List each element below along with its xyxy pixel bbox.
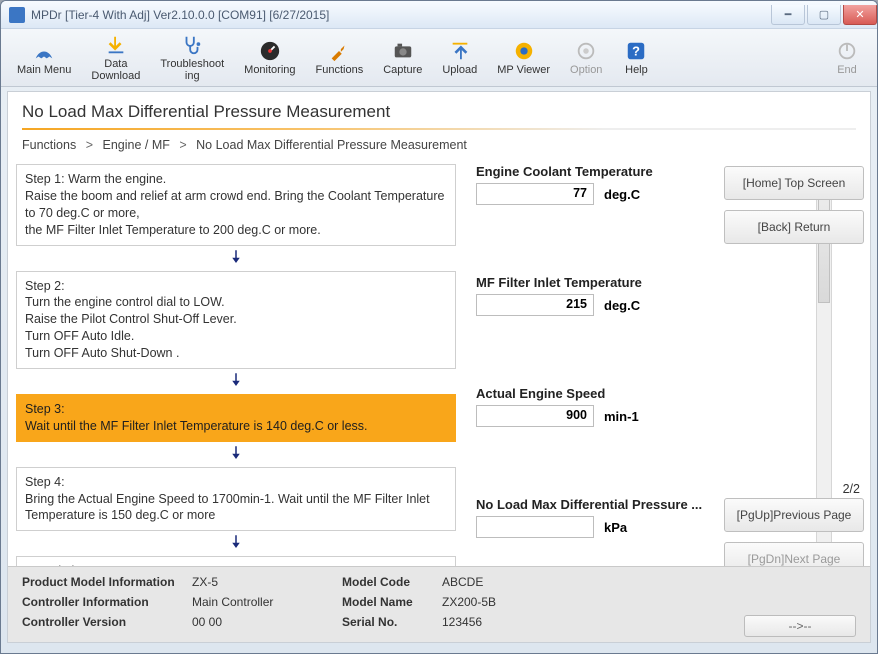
home-icon bbox=[30, 39, 58, 63]
step-1: Step 1: Warm the engine. Raise the boom … bbox=[16, 164, 456, 246]
mn-value: ZX200-5B bbox=[442, 595, 582, 609]
camera-icon bbox=[389, 39, 417, 63]
tool-option[interactable]: Option bbox=[560, 37, 612, 79]
reading-unit: deg.C bbox=[604, 298, 640, 313]
cv-label: Controller Version bbox=[22, 615, 182, 637]
arrow-down-icon bbox=[16, 531, 456, 556]
breadcrumb-item[interactable]: No Load Max Differential Pressure Measur… bbox=[196, 138, 467, 152]
reading-value: 215 bbox=[476, 294, 594, 316]
tool-label: Monitoring bbox=[244, 65, 295, 77]
step-3-active: Step 3: Wait until the MF Filter Inlet T… bbox=[16, 394, 456, 442]
tool-label: MP Viewer bbox=[497, 65, 550, 77]
mn-label: Model Name bbox=[342, 595, 432, 609]
close-button[interactable]: ✕ bbox=[843, 5, 877, 25]
arrow-down-icon bbox=[16, 369, 456, 394]
pmi-value: ZX-5 bbox=[192, 575, 332, 589]
tool-label: Data Download bbox=[91, 59, 140, 82]
tool-label: Troubleshoot ing bbox=[160, 59, 224, 82]
page-counter: 2/2 bbox=[843, 482, 860, 496]
step-title: Step 2: bbox=[25, 278, 447, 295]
step-body: Raise the boom and relief at arm crowd e… bbox=[25, 188, 447, 239]
tool-mp-viewer[interactable]: MP Viewer bbox=[487, 37, 560, 79]
sn-value: 123456 bbox=[442, 615, 582, 637]
step-title: Step 4: bbox=[25, 474, 447, 491]
reading-unit: deg.C bbox=[604, 187, 640, 202]
breadcrumb-sep: > bbox=[80, 138, 99, 152]
svg-text:?: ? bbox=[633, 43, 641, 58]
breadcrumb: Functions > Engine / MF > No Load Max Di… bbox=[8, 130, 870, 160]
maximize-button[interactable]: ▢ bbox=[807, 5, 841, 25]
arrow-down-icon bbox=[16, 442, 456, 467]
toolbar: Main Menu Data Download Troubleshoot ing… bbox=[1, 29, 877, 87]
tool-end[interactable]: End bbox=[823, 37, 871, 79]
gear-icon bbox=[572, 39, 600, 63]
footer-info: Product Model Information ZX-5 Model Cod… bbox=[8, 566, 870, 642]
reading-value bbox=[476, 516, 594, 538]
tool-data-download[interactable]: Data Download bbox=[81, 31, 150, 84]
mc-label: Model Code bbox=[342, 575, 432, 589]
minimize-button[interactable]: ━ bbox=[771, 5, 805, 25]
cv-value: 00 00 bbox=[192, 615, 332, 637]
app-window: MPDr [Tier-4 With Adj] Ver2.10.0.0 [COM9… bbox=[0, 0, 878, 654]
back-return-button[interactable]: [Back] Return bbox=[724, 210, 864, 244]
right-button-panel: [Home] Top Screen [Back] Return [PgUp]Pr… bbox=[724, 166, 864, 586]
viewer-icon bbox=[510, 39, 538, 63]
home-top-screen-button[interactable]: [Home] Top Screen bbox=[724, 166, 864, 200]
ci-label: Controller Information bbox=[22, 595, 182, 609]
pmi-label: Product Model Information bbox=[22, 575, 182, 589]
window-title: MPDr [Tier-4 With Adj] Ver2.10.0.0 [COM9… bbox=[31, 8, 329, 22]
ci-value: Main Controller bbox=[192, 595, 332, 609]
tool-label: End bbox=[837, 65, 857, 77]
tool-label: Upload bbox=[442, 65, 477, 77]
gauge-icon bbox=[256, 39, 284, 63]
step-body: Wait until the MF Filter Inlet Temperatu… bbox=[25, 418, 447, 435]
breadcrumb-item[interactable]: Engine / MF bbox=[102, 138, 169, 152]
step-body: Turn the engine control dial to LOW. Rai… bbox=[25, 294, 447, 362]
reading-unit: kPa bbox=[604, 520, 627, 535]
step-2: Step 2: Turn the engine control dial to … bbox=[16, 271, 456, 369]
reading-value: 900 bbox=[476, 405, 594, 427]
tool-label: Help bbox=[625, 65, 648, 77]
tool-label: Functions bbox=[316, 65, 364, 77]
help-icon: ? bbox=[622, 39, 650, 63]
step-title: Step 1: Warm the engine. bbox=[25, 171, 447, 188]
step-4: Step 4: Bring the Actual Engine Speed to… bbox=[16, 467, 456, 532]
upload-icon bbox=[446, 39, 474, 63]
mc-value: ABCDE bbox=[442, 575, 582, 589]
tool-capture[interactable]: Capture bbox=[373, 37, 432, 79]
sn-label: Serial No. bbox=[342, 615, 432, 637]
window-buttons: ━ ▢ ✕ bbox=[769, 5, 877, 25]
app-icon bbox=[9, 7, 25, 23]
step-body: Bring the Actual Engine Speed to 1700min… bbox=[25, 491, 447, 525]
tool-main-menu[interactable]: Main Menu bbox=[7, 37, 81, 79]
footer-arrow-button[interactable]: -->-- bbox=[744, 615, 856, 637]
step-title: Step 3: bbox=[25, 401, 447, 418]
tool-upload[interactable]: Upload bbox=[432, 37, 487, 79]
tool-help[interactable]: ? Help bbox=[612, 37, 660, 79]
tool-label: Main Menu bbox=[17, 65, 71, 77]
tool-label: Capture bbox=[383, 65, 422, 77]
page-title: No Load Max Differential Pressure Measur… bbox=[8, 92, 870, 128]
tool-icon bbox=[325, 39, 353, 63]
tool-troubleshooting[interactable]: Troubleshoot ing bbox=[150, 31, 234, 84]
breadcrumb-item[interactable]: Functions bbox=[22, 138, 76, 152]
pgup-previous-button[interactable]: [PgUp]Previous Page bbox=[724, 498, 864, 532]
arrow-down-icon bbox=[16, 246, 456, 271]
reading-unit: min-1 bbox=[604, 409, 639, 424]
reading-value: 77 bbox=[476, 183, 594, 205]
tool-monitoring[interactable]: Monitoring bbox=[234, 37, 305, 79]
stethoscope-icon bbox=[178, 33, 206, 57]
tool-functions[interactable]: Functions bbox=[306, 37, 374, 79]
power-icon bbox=[833, 39, 861, 63]
titlebar: MPDr [Tier-4 With Adj] Ver2.10.0.0 [COM9… bbox=[1, 1, 877, 29]
breadcrumb-sep: > bbox=[173, 138, 192, 152]
tool-label: Option bbox=[570, 65, 602, 77]
client-area: No Load Max Differential Pressure Measur… bbox=[7, 91, 871, 643]
download-icon bbox=[102, 33, 130, 57]
